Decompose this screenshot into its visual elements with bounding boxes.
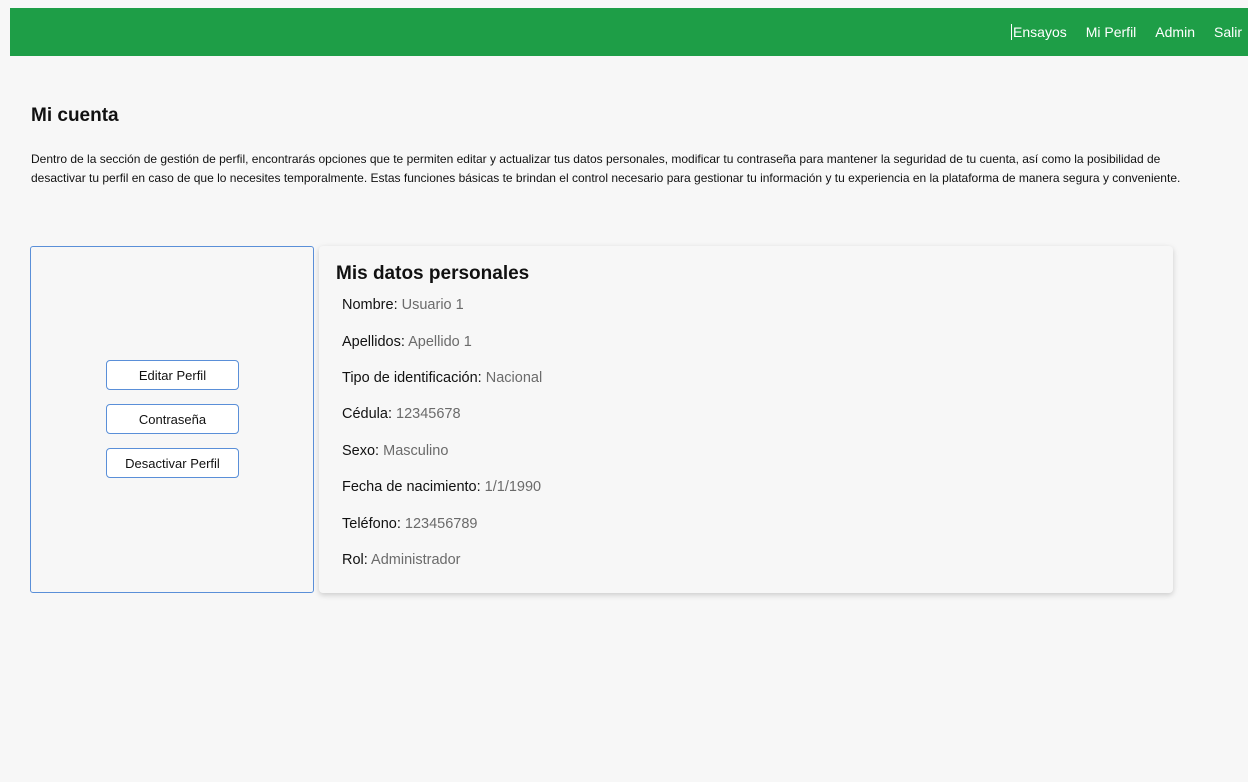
nav-link-mi-perfil[interactable]: Mi Perfil xyxy=(1086,24,1137,40)
edit-profile-button[interactable]: Editar Perfil xyxy=(106,360,239,390)
field-value: Nacional xyxy=(485,370,543,386)
personal-data-title: Mis datos personales xyxy=(336,263,530,284)
page-title: Mi cuenta xyxy=(31,105,119,126)
field-label: Tipo de identificación: xyxy=(342,370,482,386)
intro-paragraph: Dentro de la sección de gestión de perfi… xyxy=(31,152,1181,185)
field-label: Rol: xyxy=(342,552,368,568)
field-label: Sexo: xyxy=(342,443,380,459)
field-value: Usuario 1 xyxy=(401,297,464,313)
field-value: Administrador xyxy=(371,552,461,568)
nav-link-ensayos[interactable]: Ensayos xyxy=(1011,24,1067,40)
nav-link-salir[interactable]: Salir xyxy=(1214,24,1242,40)
profile-actions-panel: Editar Perfil Contraseña Desactivar Perf… xyxy=(30,246,314,593)
field-tipo-identificacion: Tipo de identificación: Nacional xyxy=(342,370,542,386)
field-fecha-nacimiento: Fecha de nacimiento: 1/1/1990 xyxy=(342,479,541,495)
field-apellidos: Apellidos: Apellido 1 xyxy=(342,334,472,350)
field-value: Masculino xyxy=(383,443,449,459)
change-password-button[interactable]: Contraseña xyxy=(106,404,239,434)
field-label: Fecha de nacimiento: xyxy=(342,479,481,495)
field-value: 1/1/1990 xyxy=(484,479,542,495)
field-label: Teléfono: xyxy=(342,516,401,532)
nav-link-admin[interactable]: Admin xyxy=(1155,24,1195,40)
field-label: Cédula: xyxy=(342,406,392,422)
field-cedula: Cédula: 12345678 xyxy=(342,406,461,422)
field-label: Apellidos: xyxy=(342,334,405,350)
field-sexo: Sexo: Masculino xyxy=(342,443,448,459)
deactivate-profile-button[interactable]: Desactivar Perfil xyxy=(106,448,239,478)
personal-data-card: Mis datos personales Nombre: Usuario 1 A… xyxy=(319,246,1173,593)
field-value: 123456789 xyxy=(404,516,478,532)
field-label: Nombre: xyxy=(342,297,398,313)
field-rol: Rol: Administrador xyxy=(342,552,460,568)
top-navbar: Ensayos Mi Perfil Admin Salir xyxy=(10,8,1248,56)
field-value: Apellido 1 xyxy=(408,334,472,350)
field-value: 12345678 xyxy=(396,406,461,422)
field-telefono: Teléfono: 123456789 xyxy=(342,516,477,532)
field-nombre: Nombre: Usuario 1 xyxy=(342,297,464,313)
page-frame: Ensayos Mi Perfil Admin Salir Mi cuenta … xyxy=(10,8,1248,782)
